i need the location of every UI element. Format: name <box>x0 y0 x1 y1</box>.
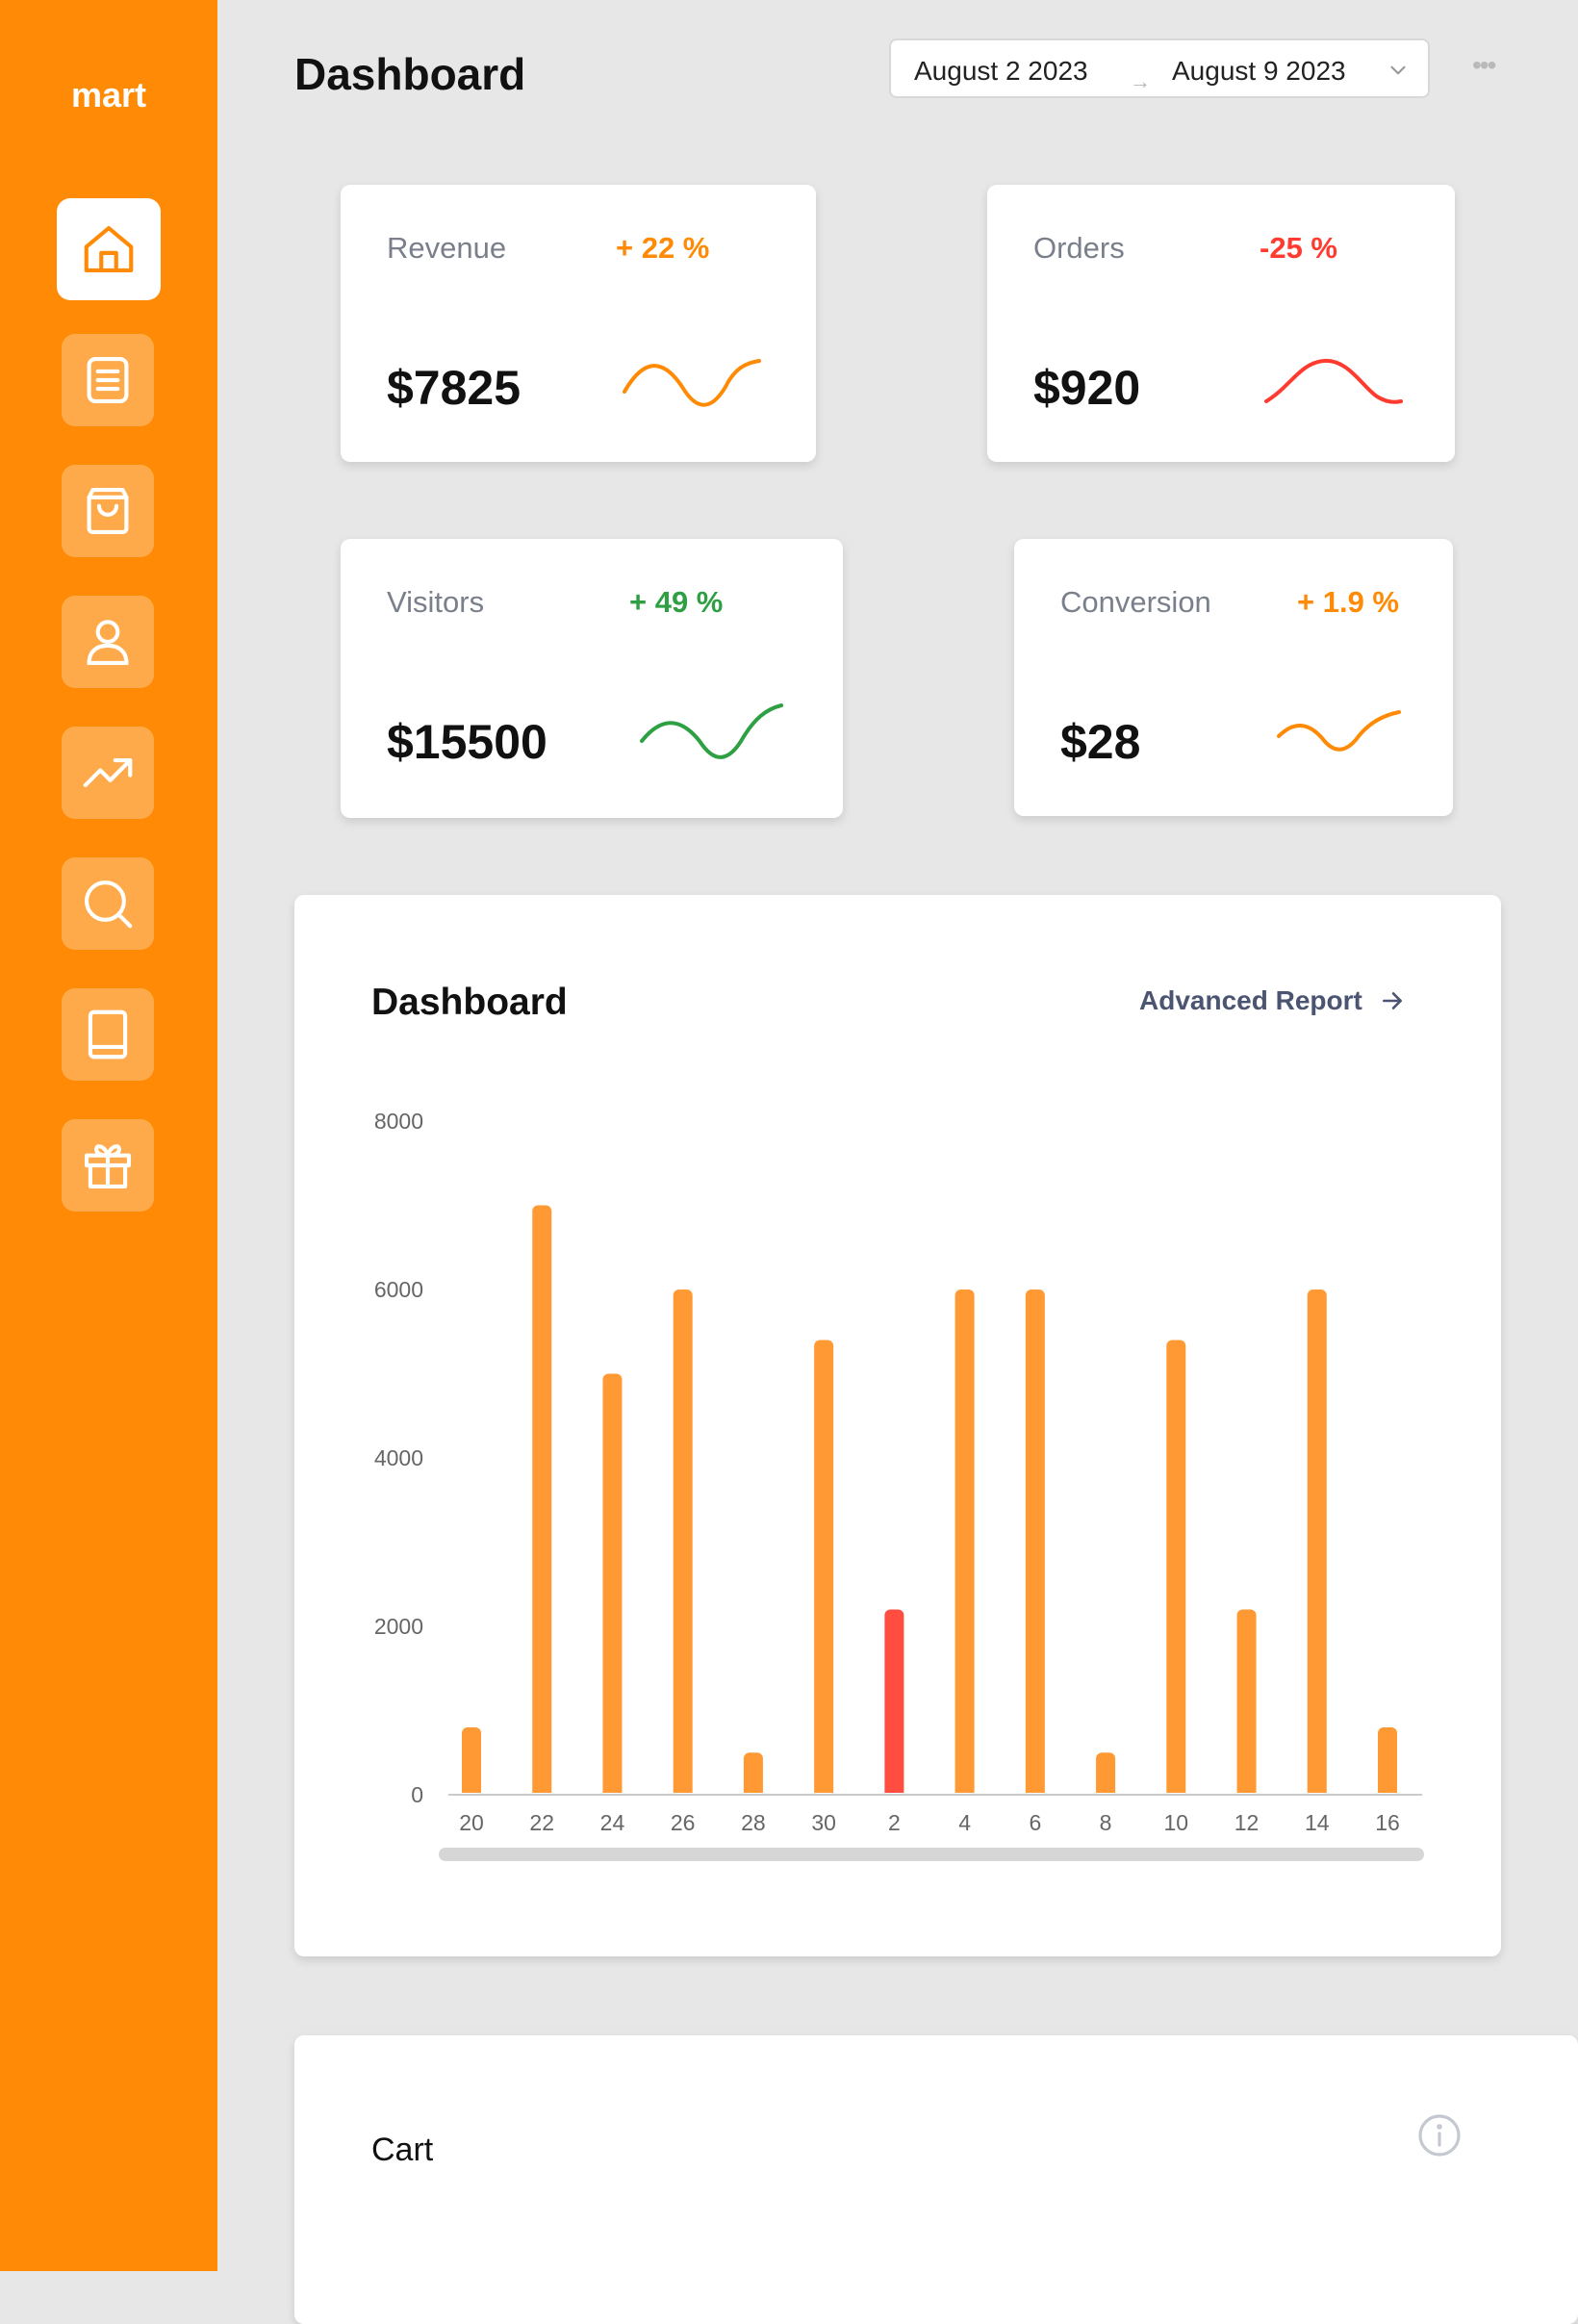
stat-card-orders[interactable]: Orders -25 % $920 <box>987 185 1455 462</box>
stat-change: + 22 % <box>616 231 710 265</box>
stat-value: $7825 <box>387 361 522 415</box>
trending-up-icon <box>83 758 133 787</box>
nav-search[interactable] <box>62 857 154 950</box>
x-tick-label: 2 <box>888 1810 901 1835</box>
y-tick-label: 0 <box>411 1782 423 1807</box>
chart-bar[interactable] <box>1096 1752 1116 1799</box>
stat-label: Visitors <box>387 585 485 619</box>
document-icon <box>87 356 129 404</box>
chart-bar[interactable] <box>814 1340 834 1800</box>
chart-bar[interactable] <box>673 1290 693 1799</box>
x-tick-label: 26 <box>671 1810 696 1835</box>
stat-label: Orders <box>1033 231 1125 265</box>
shopping-bag-icon <box>87 487 129 535</box>
user-icon <box>87 620 129 666</box>
date-separator-icon: → <box>1130 69 1151 93</box>
chart-panel: Dashboard Advanced Report 0 2000 4000 6000 8… <box>294 895 1501 1956</box>
nav-home[interactable] <box>57 198 161 300</box>
nav-reports[interactable] <box>62 334 154 426</box>
stat-value: $15500 <box>387 715 547 769</box>
x-tick-label: 6 <box>1029 1810 1041 1835</box>
stat-label: Revenue <box>387 231 507 265</box>
nav-orders[interactable] <box>62 465 154 557</box>
chart-bar[interactable] <box>954 1290 975 1799</box>
chart-bar[interactable] <box>1307 1290 1327 1799</box>
more-options-icon[interactable]: ••• <box>1472 50 1496 81</box>
chart-bar[interactable] <box>1236 1609 1257 1800</box>
y-tick-label: 8000 <box>374 1109 423 1134</box>
cart-title: Cart <box>371 2132 434 2168</box>
date-start[interactable]: August 2 2023 <box>914 56 1088 87</box>
x-tick-label: 10 <box>1164 1810 1189 1835</box>
sparkline-conversion <box>1277 710 1401 752</box>
stat-card-revenue[interactable]: Revenue + 22 % $7825 <box>341 185 816 462</box>
nav-catalog[interactable] <box>62 988 154 1081</box>
chart-bar[interactable] <box>743 1752 763 1799</box>
y-tick-label: 4000 <box>374 1445 423 1470</box>
stat-value: $920 <box>1033 361 1141 415</box>
info-icon[interactable] <box>1416 2112 1463 2158</box>
x-tick-label: 4 <box>958 1810 971 1835</box>
sparkline-orders <box>1264 358 1403 404</box>
x-tick-label: 20 <box>459 1810 484 1835</box>
sparkline-visitors <box>640 703 783 759</box>
bar-chart: 0200040006000800020 22 24 26 28 30 2 4 6 8 10 12 14 1… <box>374 1109 1424 1861</box>
x-tick-label: 22 <box>529 1810 554 1835</box>
stat-card-conversion[interactable]: Conversion + 1.9 % $28 <box>1014 539 1453 816</box>
book-icon <box>88 1009 128 1060</box>
y-tick-label: 2000 <box>374 1614 423 1639</box>
chevron-down-icon[interactable] <box>1386 58 1411 83</box>
cart-panel: Cart <box>294 2035 1578 2324</box>
chart-bar[interactable] <box>462 1727 481 1799</box>
chart-scrollbar[interactable] <box>439 1848 1424 1861</box>
x-tick-label: 16 <box>1375 1810 1400 1835</box>
sparkline-revenue <box>623 359 761 407</box>
nav-customers[interactable] <box>62 596 154 688</box>
chart-bar[interactable] <box>1378 1727 1397 1799</box>
nav-promotions[interactable] <box>62 1119 154 1212</box>
stat-value: $28 <box>1060 715 1141 769</box>
x-tick-label: 8 <box>1100 1810 1112 1835</box>
chart-bar[interactable] <box>1025 1290 1045 1799</box>
stat-change: + 49 % <box>629 585 724 619</box>
nav-analytics[interactable] <box>62 727 154 819</box>
stat-change: + 1.9 % <box>1297 585 1399 619</box>
x-tick-label: 24 <box>600 1810 625 1835</box>
search-icon <box>84 880 133 929</box>
y-tick-label: 6000 <box>374 1277 423 1302</box>
date-range-picker[interactable]: August 2 2023 → August 9 2023 <box>889 38 1430 98</box>
brand-logo[interactable]: mart <box>0 75 217 115</box>
chart-bar[interactable] <box>532 1205 552 1800</box>
x-tick-label: 30 <box>811 1810 836 1835</box>
chart-bar[interactable] <box>1166 1340 1186 1800</box>
x-tick-label: 14 <box>1305 1810 1330 1835</box>
stat-label: Conversion <box>1060 585 1211 619</box>
x-tick-label: 12 <box>1234 1810 1260 1835</box>
page-title: Dashboard <box>294 49 526 99</box>
gift-icon <box>84 1144 132 1189</box>
chart-bar[interactable] <box>884 1609 904 1800</box>
x-tick-label: 28 <box>741 1810 766 1835</box>
date-end[interactable]: August 9 2023 <box>1172 56 1346 87</box>
home-icon <box>84 225 134 273</box>
stat-change: -25 % <box>1260 231 1337 265</box>
stat-card-visitors[interactable]: Visitors + 49 % $15500 <box>341 539 843 818</box>
chart-bar[interactable] <box>602 1373 623 1800</box>
sidebar: mart <box>0 0 217 2271</box>
